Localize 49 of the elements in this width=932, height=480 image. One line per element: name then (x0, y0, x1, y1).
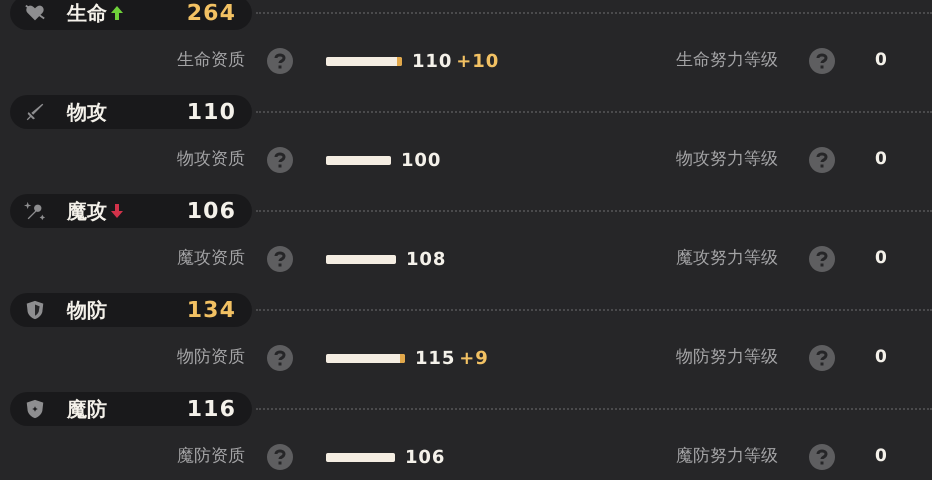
help-icon[interactable] (267, 147, 293, 173)
aptitude-label: 魔攻资质 (177, 247, 246, 270)
help-icon[interactable] (267, 444, 293, 470)
stat-value: 116 (186, 396, 236, 424)
aptitude-value: 106 (405, 446, 446, 470)
aptitude-label: 物防资质 (177, 346, 246, 370)
help-icon[interactable] (809, 147, 835, 173)
help-icon[interactable] (267, 345, 293, 371)
aptitude-value: 108 (406, 248, 446, 272)
help-icon[interactable] (267, 48, 293, 74)
aptitude-value: 115 (415, 346, 456, 370)
stat-value: 110 (186, 98, 236, 126)
effort-label: 物防努力等级 (676, 346, 779, 370)
effort-value: 0 (875, 346, 887, 370)
aptitude-value: 100 (401, 148, 442, 172)
aptitude-bonus: +9 (459, 346, 489, 370)
effort-value: 0 (875, 247, 887, 270)
wand-icon (24, 200, 46, 222)
help-icon[interactable] (809, 246, 835, 272)
stat-name: 魔防 (67, 396, 107, 423)
stat-name: 生命 (67, 0, 107, 27)
aptitude-label: 物攻资质 (177, 148, 246, 172)
help-icon[interactable] (809, 444, 835, 470)
stat-value: 134 (186, 296, 236, 324)
aptitude-label: 魔防资质 (177, 445, 246, 468)
aptitude-label: 生命资质 (177, 49, 246, 72)
effort-label: 魔防努力等级 (676, 445, 779, 468)
shield-icon (24, 398, 46, 420)
aptitude-bar (326, 254, 396, 264)
effort-value: 0 (875, 148, 887, 172)
stat-value: 264 (186, 0, 236, 28)
effort-label: 魔攻努力等级 (676, 247, 779, 270)
shield-icon (24, 299, 46, 321)
effort-label: 生命努力等级 (676, 49, 779, 72)
help-icon[interactable] (809, 345, 835, 371)
stat-name: 物防 (67, 297, 107, 324)
effort-value: 0 (875, 49, 887, 72)
sword-icon (24, 101, 46, 123)
effort-label: 物攻努力等级 (676, 148, 779, 172)
stat-name: 魔攻 (67, 198, 107, 225)
help-icon[interactable] (809, 48, 835, 74)
aptitude-bonus: +10 (456, 50, 500, 74)
effort-value: 0 (875, 445, 887, 468)
aptitude-bar (326, 156, 391, 164)
aptitude-bar (326, 452, 395, 462)
stat-value: 106 (186, 198, 236, 226)
stat-name: 物攻 (67, 99, 107, 126)
help-icon[interactable] (267, 246, 293, 272)
aptitude-value: 110 (412, 50, 452, 74)
